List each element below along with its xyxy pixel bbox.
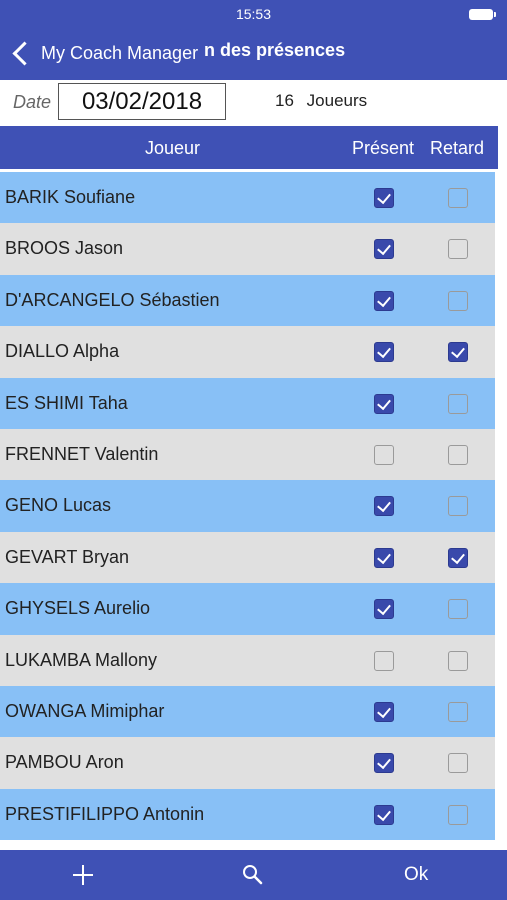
late-checkbox[interactable] [448, 753, 468, 774]
player-name: GEVART Bryan [5, 546, 130, 567]
table-row[interactable]: GEVART Bryan [0, 531, 495, 584]
table-row[interactable]: BROOS Jason [0, 223, 495, 275]
late-checkbox[interactable] [448, 188, 468, 208]
date-label: Date [13, 92, 52, 112]
date-row: Date 03/02/2018 16 Joueurs [0, 80, 507, 126]
late-checkbox[interactable] [448, 393, 468, 414]
table-row[interactable]: GENO Lucas [0, 480, 495, 532]
player-name: OWANGA Mimiphar [5, 700, 165, 721]
player-name: D'ARCANGELO Sébastien [5, 289, 220, 310]
scrollbar[interactable] [498, 126, 507, 846]
late-checkbox[interactable] [448, 496, 468, 517]
late-checkbox[interactable] [448, 290, 468, 311]
present-checkbox[interactable] [374, 753, 394, 774]
chevron-left-icon [12, 40, 37, 66]
late-checkbox[interactable] [448, 239, 468, 260]
status-time: 15:53 [235, 6, 272, 22]
plus-icon[interactable] [73, 865, 93, 885]
player-name: FRENNET Valentin [5, 443, 159, 464]
late-checkbox[interactable] [448, 650, 468, 671]
table-row[interactable]: FRENNET Valentin [0, 428, 495, 481]
column-header-player: Joueur [145, 138, 201, 158]
search-icon[interactable] [241, 863, 265, 887]
player-name: DIALLO Alpha [5, 341, 120, 362]
present-checkbox[interactable] [374, 444, 394, 465]
ok-button[interactable]: Ok [404, 864, 428, 886]
late-checkbox[interactable] [448, 701, 468, 722]
table-row[interactable]: GHYSELS Aurelio [0, 583, 495, 635]
top-bar: 15:53 My Coach Manager n des présences [0, 0, 507, 80]
player-list: BARIK Soufiane BROOS Jason D'ARCANGELO Séb… [0, 172, 495, 841]
present-checkbox[interactable] [374, 650, 394, 671]
player-name: PAMBOU Aron [5, 752, 124, 773]
late-checkbox[interactable] [448, 804, 468, 825]
present-checkbox[interactable] [374, 393, 394, 414]
late-checkbox[interactable] [448, 599, 468, 620]
player-name: ES SHIMI Taha [5, 392, 128, 413]
player-name: LUKAMBA Mallony [5, 649, 158, 670]
table-row[interactable]: DIALLO Alpha [0, 326, 495, 378]
player-name: BARIK Soufiane [5, 187, 136, 207]
table-header: Joueur Présent Retard [0, 126, 501, 169]
present-checkbox[interactable] [374, 496, 394, 517]
player-count: 16 Joueurs [275, 91, 367, 111]
present-checkbox[interactable] [374, 239, 394, 260]
table-row[interactable]: LUKAMBA Mallony [0, 634, 495, 686]
player-count-number: 16 [275, 91, 294, 110]
page-title: n des présences [204, 40, 346, 60]
present-checkbox[interactable] [374, 599, 394, 620]
table-row[interactable]: ES SHIMI Taha [0, 377, 495, 429]
present-checkbox[interactable] [374, 547, 394, 568]
player-name: GHYSELS Aurelio [5, 598, 151, 619]
table-row[interactable]: PRESTIFILIPPO Antonin [0, 788, 495, 841]
player-name: PRESTIFILIPPO Antonin [5, 803, 205, 824]
late-checkbox[interactable] [448, 547, 468, 568]
column-header-late: Retard [430, 138, 485, 158]
present-checkbox[interactable] [374, 804, 394, 825]
back-label: My Coach Manager [41, 42, 199, 63]
player-name: GENO Lucas [5, 495, 112, 516]
player-count-label: Joueurs [306, 91, 368, 110]
present-checkbox[interactable] [374, 290, 394, 311]
present-checkbox[interactable] [374, 188, 394, 208]
late-checkbox[interactable] [448, 444, 468, 465]
battery-icon [469, 9, 496, 20]
player-name: BROOS Jason [5, 238, 124, 259]
table-row[interactable]: OWANGA Mimiphar [0, 685, 495, 738]
present-checkbox[interactable] [374, 342, 394, 363]
bottom-bar: Ok [0, 850, 507, 900]
late-checkbox[interactable] [448, 342, 468, 363]
column-header-present: Présent [352, 138, 415, 158]
present-checkbox[interactable] [374, 701, 394, 722]
table-row[interactable]: D'ARCANGELO Sébastien [0, 274, 495, 327]
date-field[interactable]: 03/02/2018 [58, 83, 226, 120]
table-row[interactable]: BARIK Soufiane [0, 172, 495, 224]
back-button[interactable]: My Coach Manager [10, 38, 209, 68]
table-row[interactable]: PAMBOU Aron [0, 737, 495, 789]
